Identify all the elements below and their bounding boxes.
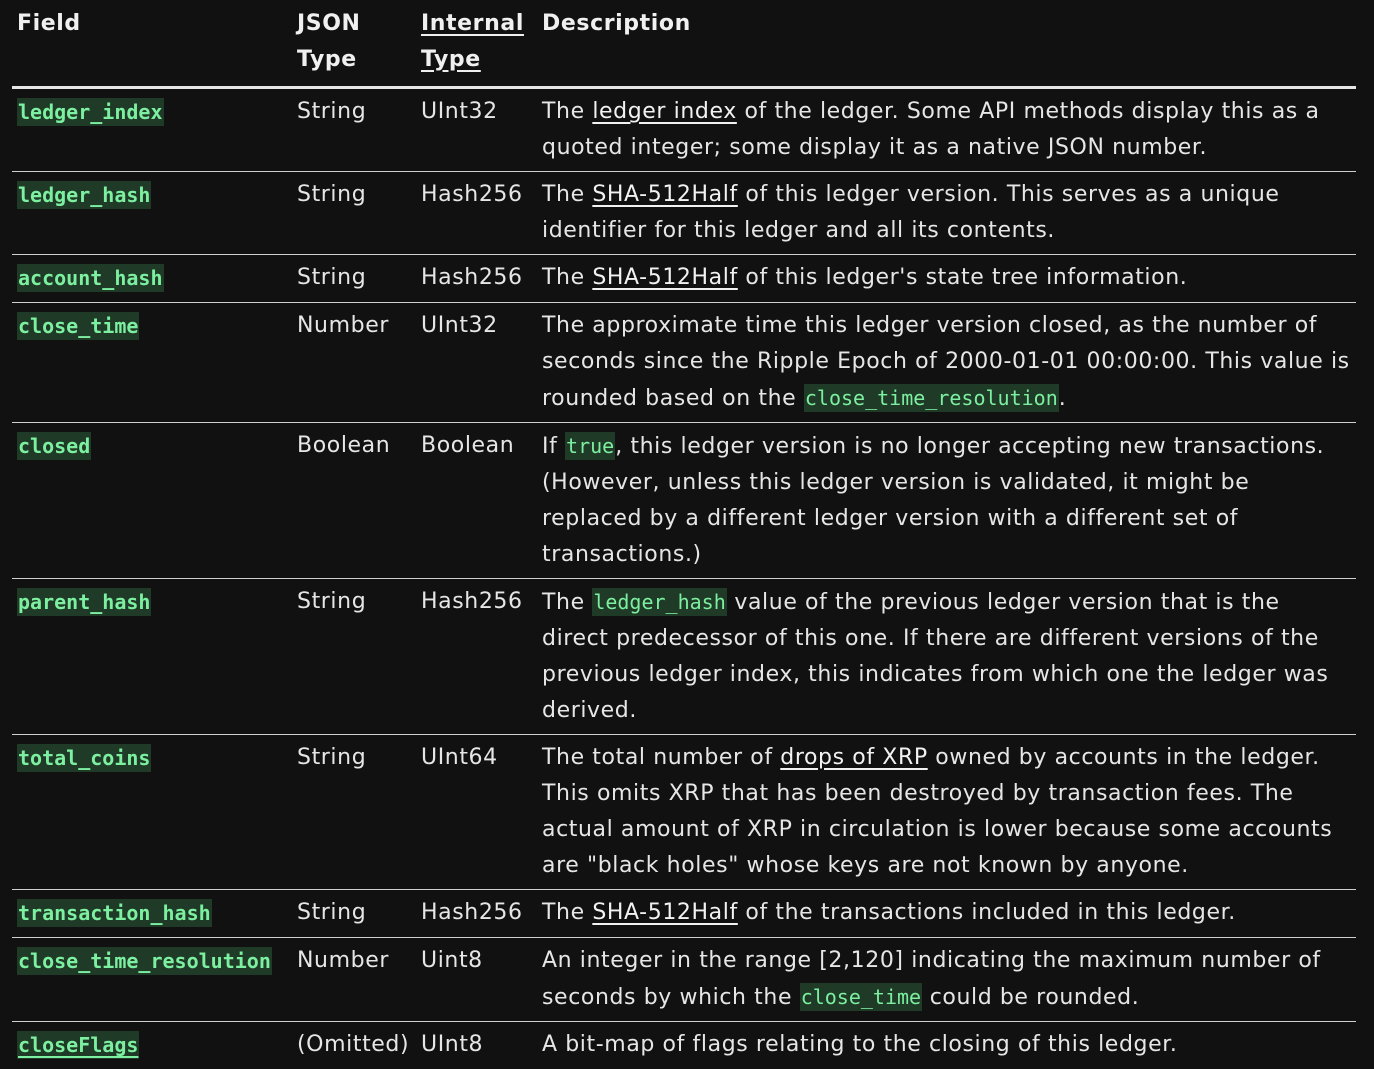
internal-type-cell: Boolean: [416, 423, 537, 579]
table-row: close_time NumberUInt32The approximate ti…: [12, 303, 1356, 423]
description-cell: The SHA-512Half of this ledger's state t…: [537, 255, 1356, 303]
field-name: parent_hash: [17, 588, 151, 616]
description-cell: The SHA-512Half of the transactions incl…: [537, 890, 1356, 938]
field-cell: transaction_hash: [12, 890, 292, 938]
internal-type-cell: Hash256: [416, 255, 537, 303]
table-row: ledger_hash StringHash256The SHA-512Half …: [12, 172, 1356, 255]
json-type-cell: String: [292, 890, 416, 938]
description-cell: An integer in the range [2,120] indicati…: [537, 938, 1356, 1022]
table-row: parent_hash StringHash256The ledger_hash …: [12, 579, 1356, 735]
field-cell: ledger_index: [12, 88, 292, 172]
table-header-row: Field JSON Type Internal Type Descriptio…: [12, 0, 1356, 88]
json-type-cell: String: [292, 735, 416, 890]
internal-type-cell: UInt8: [416, 1022, 537, 1069]
inline-code: true: [565, 432, 615, 460]
header-internal-type[interactable]: Internal Type: [416, 0, 537, 88]
description-link[interactable]: SHA-512Half: [592, 900, 738, 925]
table-row: close_time_resolution NumberUint8An integ…: [12, 938, 1356, 1022]
field-name: ledger_index: [17, 98, 164, 126]
description-text: .: [1059, 386, 1067, 411]
header-json-type: JSON Type: [292, 0, 416, 88]
field-cell: account_hash: [12, 255, 292, 303]
table-row: account_hash StringHash256The SHA-512Half…: [12, 255, 1356, 303]
internal-type-cell: UInt32: [416, 303, 537, 423]
description-cell: The total number of drops of XRP owned b…: [537, 735, 1356, 890]
description-link[interactable]: ledger index: [592, 99, 737, 124]
inline-code: ledger_hash: [592, 588, 726, 616]
field-name: close_time_resolution: [17, 947, 272, 975]
description-text: The: [542, 265, 592, 290]
table-row: closeFlags (Omitted)UInt8A bit-map of fla…: [12, 1022, 1356, 1069]
description-text: of this ledger's state tree information.: [738, 265, 1188, 290]
header-description: Description: [537, 0, 1356, 88]
json-type-cell: Number: [292, 938, 416, 1022]
internal-type-cell: Hash256: [416, 579, 537, 735]
description-link[interactable]: drops of XRP: [780, 745, 927, 770]
table-row: closedBooleanBooleanIf true, this ledger…: [12, 423, 1356, 579]
description-text: The total number of: [542, 745, 780, 770]
field-cell: close_time_resolution: [12, 938, 292, 1022]
internal-type-cell: Hash256: [416, 172, 537, 255]
field-name-link[interactable]: closeFlags: [17, 1031, 139, 1059]
json-type-cell: String: [292, 172, 416, 255]
table-body: ledger_indexStringUInt32The ledger index…: [12, 88, 1356, 1069]
table-row: transaction_hash StringHash256The SHA-512…: [12, 890, 1356, 938]
description-cell: The ledger_hash value of the previous le…: [537, 579, 1356, 735]
description-cell: A bit-map of flags relating to the closi…: [537, 1022, 1356, 1069]
field-name: account_hash: [17, 264, 164, 292]
internal-type-cell: Uint8: [416, 938, 537, 1022]
description-text: of the transactions included in this led…: [738, 900, 1236, 925]
field-cell: closed: [12, 423, 292, 579]
field-cell: parent_hash: [12, 579, 292, 735]
table-row: total_coins StringUInt64The total number …: [12, 735, 1356, 890]
ledger-fields-table: Field JSON Type Internal Type Descriptio…: [12, 0, 1356, 1069]
description-cell: The SHA-512Half of this ledger version. …: [537, 172, 1356, 255]
field-name: close_time: [17, 312, 139, 340]
field-cell: ledger_hash: [12, 172, 292, 255]
description-cell: If true, this ledger version is no longe…: [537, 423, 1356, 579]
json-type-cell: String: [292, 579, 416, 735]
description-text: A bit-map of flags relating to the closi…: [542, 1032, 1177, 1057]
json-type-cell: String: [292, 255, 416, 303]
description-link[interactable]: SHA-512Half: [592, 182, 738, 207]
header-field: Field: [12, 0, 292, 88]
description-cell: The ledger index of the ledger. Some API…: [537, 88, 1356, 172]
field-name: total_coins: [17, 744, 151, 772]
field-name: closed: [17, 432, 91, 460]
field-cell: closeFlags: [12, 1022, 292, 1069]
header-internal-type-link[interactable]: Internal Type: [421, 11, 524, 72]
internal-type-cell: Hash256: [416, 890, 537, 938]
field-name: ledger_hash: [17, 181, 151, 209]
internal-type-cell: UInt32: [416, 88, 537, 172]
field-cell: total_coins: [12, 735, 292, 890]
json-type-cell: (Omitted): [292, 1022, 416, 1069]
inline-code: close_time: [800, 983, 922, 1011]
json-type-cell: Number: [292, 303, 416, 423]
description-text: The: [542, 182, 592, 207]
field-name: transaction_hash: [17, 899, 212, 927]
internal-type-cell: UInt64: [416, 735, 537, 890]
table-row: ledger_index StringUInt32The ledger index…: [12, 88, 1356, 172]
description-text: The: [542, 590, 592, 615]
description-text: could be rounded.: [922, 985, 1139, 1010]
description-text: The: [542, 900, 592, 925]
description-link[interactable]: SHA-512Half: [592, 265, 738, 290]
description-text: If: [542, 434, 565, 459]
field-cell: close_time: [12, 303, 292, 423]
inline-code: close_time_resolution: [804, 384, 1059, 412]
json-type-cell: String: [292, 88, 416, 172]
json-type-cell: Boolean: [292, 423, 416, 579]
description-cell: The approximate time this ledger version…: [537, 303, 1356, 423]
description-text: , this ledger version is no longer accep…: [542, 434, 1324, 567]
description-text: The: [542, 99, 592, 124]
